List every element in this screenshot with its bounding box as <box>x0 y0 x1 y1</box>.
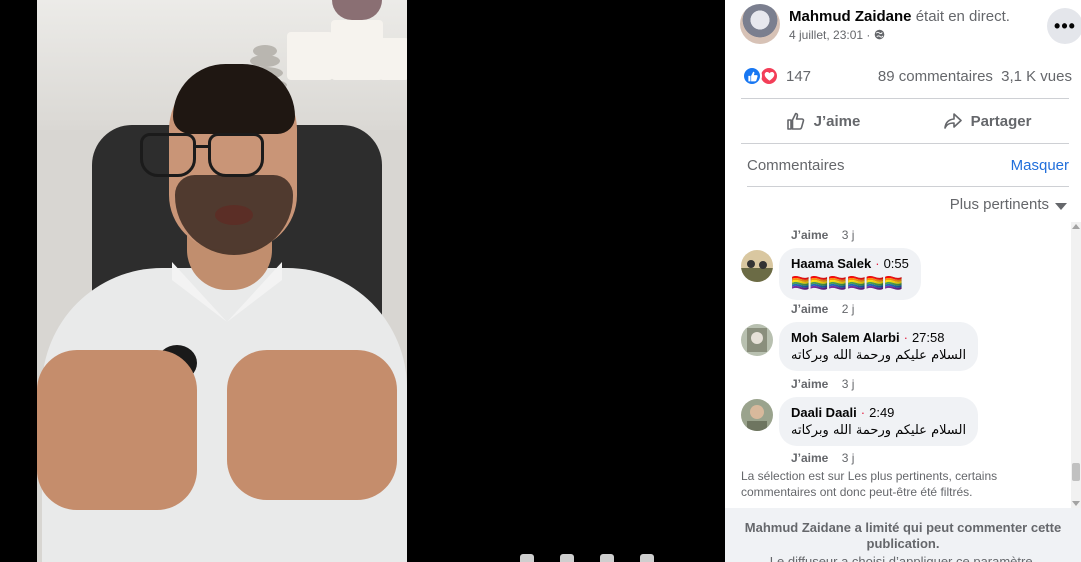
comment-actions: J’aime 3 j <box>791 377 854 391</box>
share-button[interactable]: Partager <box>905 99 1069 143</box>
person-mouth <box>215 205 253 225</box>
comment-age: 2 j <box>841 302 855 316</box>
commenter-name[interactable]: Haama Salek <box>791 256 871 271</box>
candles-decoration <box>287 10 407 80</box>
comment-count-link[interactable]: 89 commentaires <box>878 68 993 85</box>
comments-label: Commentaires <box>747 157 845 174</box>
hide-comments-link[interactable]: Masquer <box>1011 157 1069 174</box>
comment-like-link[interactable]: J’aime <box>791 377 828 391</box>
video-timestamp[interactable]: 0:55 <box>884 256 909 271</box>
meta-separator: · <box>866 28 871 42</box>
live-status: était en direct. <box>915 8 1010 25</box>
right-hand <box>227 350 397 500</box>
scroll-up-arrow-icon[interactable] <box>1072 224 1080 229</box>
live-video-frame[interactable] <box>37 0 407 562</box>
post-actions: J’aime Partager <box>741 99 1069 143</box>
divider <box>741 143 1069 144</box>
comment-separator: · <box>903 330 908 345</box>
comment-bubble: Daali Daali · 2:49 السلام عليكم ورحمة الله… <box>779 397 979 446</box>
commenter-name[interactable]: Moh Salem Alarbi <box>791 330 900 345</box>
commenter-avatar[interactable] <box>741 399 773 431</box>
comment-actions: J’aime 2 j <box>791 302 854 316</box>
comment-like-link[interactable]: J’aime <box>791 302 828 316</box>
sort-label: Plus pertinents <box>949 196 1049 213</box>
video-controls <box>520 554 720 562</box>
filter-note: La sélection est sur Les plus pertinents… <box>741 469 998 499</box>
restriction-subtitle: Le diffuseur a choisi d’appliquer ce par… <box>769 554 1037 562</box>
settings-icon[interactable] <box>560 554 574 562</box>
divider <box>747 186 1069 187</box>
reaction-count[interactable]: 147 <box>786 68 811 85</box>
video-player[interactable] <box>0 0 725 562</box>
comment-age: 3 j <box>841 228 855 242</box>
author-avatar[interactable] <box>740 4 780 44</box>
comment-sort-dropdown[interactable]: Plus pertinents <box>950 196 1067 213</box>
comment-text: 🏳️‍🌈🏳️‍🌈🏳️‍🌈🏳️‍🌈🏳️‍🌈🏳️‍🌈 <box>791 275 904 292</box>
comments-scrollbar[interactable] <box>1071 222 1081 508</box>
more-icon: ••• <box>1054 15 1076 36</box>
globe-icon <box>874 29 885 40</box>
commenter-avatar[interactable] <box>741 324 773 356</box>
like-reaction-icon <box>742 66 762 86</box>
post-date[interactable]: 4 juillet, 23:01 <box>789 28 863 42</box>
comment-separator: · <box>875 256 880 271</box>
comment-separator: · <box>860 405 866 420</box>
restriction-title: Mahmud Zaidane a limité qui peut comment… <box>744 520 1062 551</box>
share-label: Partager <box>970 112 1032 130</box>
volume-icon[interactable] <box>640 554 654 562</box>
commenter-name[interactable]: Daali Daali <box>791 405 857 420</box>
caret-down-icon <box>1055 203 1067 210</box>
comments-list[interactable]: J’aime 3 j Haama Salek · 0:55 🏳️‍🌈🏳️‍🌈🏳️‍🌈… <box>725 222 1081 508</box>
comment-bubble: Haama Salek · 0:55 🏳️‍🌈🏳️‍🌈🏳️‍🌈🏳️‍🌈🏳️‍🌈🏳️‍… <box>779 248 921 300</box>
comment-actions: J’aime 3 j <box>791 451 854 465</box>
love-reaction-icon <box>759 66 779 86</box>
video-timestamp[interactable]: 2:49 <box>869 405 894 420</box>
post-meta: 4 juillet, 23:01 · <box>789 28 885 42</box>
like-label: J’aime <box>813 112 861 130</box>
comments-header: Commentaires Masquer <box>747 155 1069 177</box>
comment-text: السلام عليكم ورحمة الله وبركاته <box>791 423 967 438</box>
scroll-down-arrow-icon[interactable] <box>1072 501 1080 506</box>
author-name[interactable]: Mahmud Zaidane <box>789 8 912 25</box>
comment-actions: J’aime 3 j <box>791 228 854 242</box>
comment-text: السلام عليكم ورحمة الله وبركاته <box>791 348 967 363</box>
author-line: Mahmud Zaidane était en direct. <box>789 8 1010 25</box>
left-hand <box>37 350 197 510</box>
comment-age: 3 j <box>841 451 855 465</box>
video-timestamp[interactable]: 27:58 <box>912 330 945 345</box>
glasses <box>140 133 267 181</box>
share-arrow-icon <box>943 113 962 129</box>
comment-like-link[interactable]: J’aime <box>791 228 828 242</box>
comment-bubble: Moh Salem Alarbi · 27:58 السلام عليكم ورحم… <box>779 322 979 371</box>
caption-icon[interactable] <box>520 554 534 562</box>
post-side-panel: Mahmud Zaidane était en direct. 4 juille… <box>725 0 1081 562</box>
view-count: 3,1 K vues <box>1001 68 1072 85</box>
more-options-button[interactable]: ••• <box>1047 8 1081 44</box>
comment-like-link[interactable]: J’aime <box>791 451 828 465</box>
comment-age: 3 j <box>841 377 855 391</box>
post-header: Mahmud Zaidane était en direct. 4 juille… <box>740 4 1081 46</box>
reaction-icons[interactable] <box>742 66 780 86</box>
comment-restriction-notice: Mahmud Zaidane a limité qui peut comment… <box>725 508 1081 562</box>
thumbs-up-icon <box>786 112 804 130</box>
like-button[interactable]: J’aime <box>741 99 905 143</box>
fullscreen-icon[interactable] <box>600 554 614 562</box>
comments-views-count: 89 commentaires 3,1 K vues <box>878 68 1072 85</box>
reactions-summary: 147 89 commentaires 3,1 K vues <box>742 66 1072 88</box>
scroll-thumb[interactable] <box>1072 463 1080 481</box>
commenter-avatar[interactable] <box>741 250 773 282</box>
